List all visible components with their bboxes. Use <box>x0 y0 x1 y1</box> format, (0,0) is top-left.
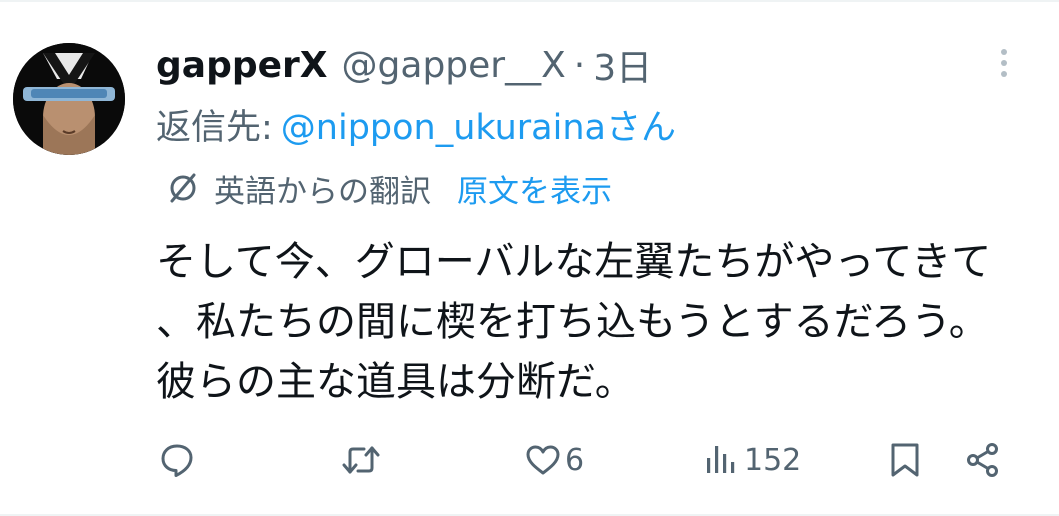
more-button[interactable] <box>992 44 1016 88</box>
translate-icon <box>166 171 200 205</box>
view-count: 152 <box>744 442 802 478</box>
show-original-link[interactable]: 原文を表示 <box>457 166 612 211</box>
more-icon-dot <box>1001 60 1007 66</box>
action-bar: 6 152 <box>0 430 1059 490</box>
retweet-icon <box>342 446 380 474</box>
share-button[interactable] <box>965 430 1001 490</box>
translated-from-label: 英語からの翻訳 <box>214 173 431 210</box>
reply-target-link[interactable]: @nippon_ukurainaさん <box>281 99 676 150</box>
share-icon <box>967 443 998 477</box>
like-count: 6 <box>565 442 585 478</box>
reply-context: 返信先: @nippon_ukurainaさん <box>156 98 676 150</box>
views-icon <box>707 446 735 473</box>
more-icon-dot <box>1001 49 1007 55</box>
tweet-text: そして今、グローバルな左翼たちがやってきて、私たちの間に楔を打ち込もうとするだろ… <box>156 239 992 405</box>
display-name[interactable]: gapperX <box>156 45 328 86</box>
avatar-image <box>13 43 125 155</box>
timestamp[interactable]: 3日 <box>593 39 652 91</box>
more-icon-dot <box>1001 71 1007 77</box>
reply-button[interactable] <box>159 430 195 490</box>
like-button[interactable]: 6 <box>525 430 584 490</box>
views-button[interactable]: 152 <box>704 430 801 490</box>
top-divider <box>0 0 1059 2</box>
user-handle[interactable]: @gapper__X <box>342 45 566 86</box>
tweet-header: gapperX @gapper__X · 3日 <box>156 40 652 90</box>
translation-info: 英語からの翻訳 原文を表示 <box>166 166 612 210</box>
reply-icon <box>161 444 193 477</box>
like-icon <box>526 445 560 475</box>
retweet-button[interactable] <box>340 430 382 490</box>
separator-dot: · <box>573 44 586 86</box>
reply-prefix: 返信先: <box>156 107 273 148</box>
bookmark-icon <box>891 443 919 477</box>
bookmark-button[interactable] <box>887 430 923 490</box>
avatar[interactable] <box>13 43 125 155</box>
